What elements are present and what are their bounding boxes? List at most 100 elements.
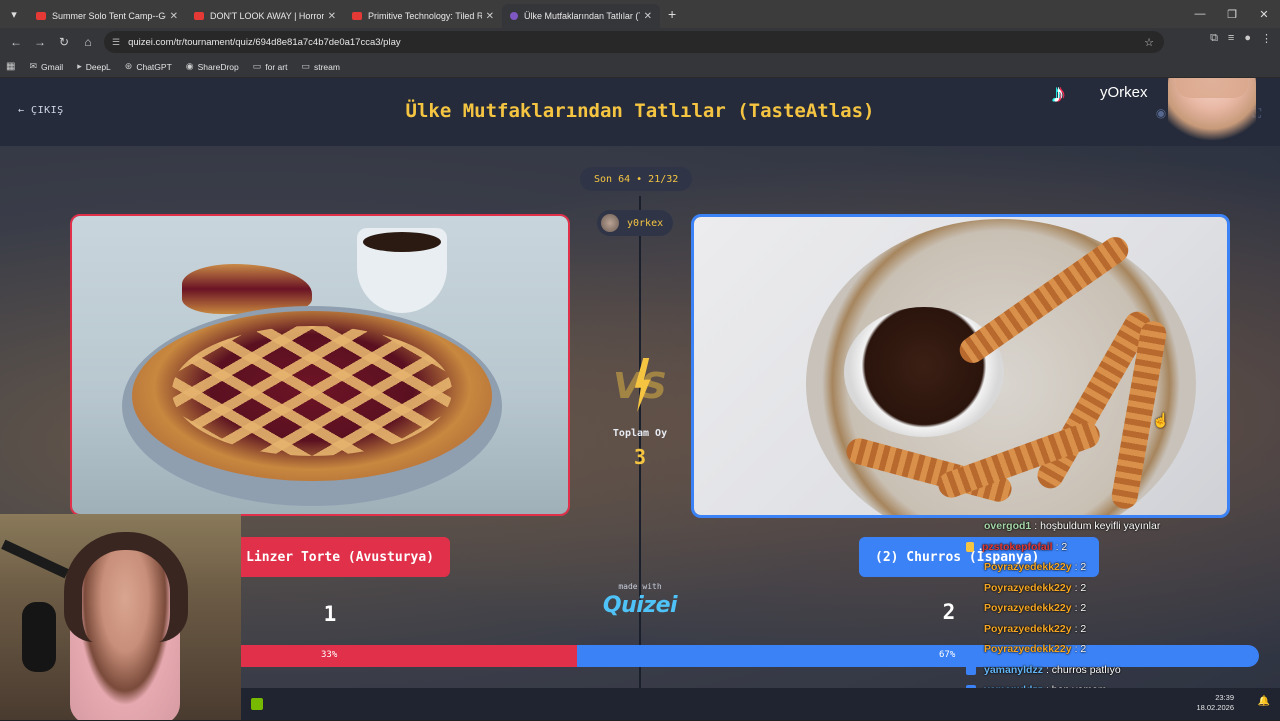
close-tab-icon[interactable]: ✕ (644, 11, 652, 22)
browser-tab[interactable]: Primitive Technology: Tiled Roo✕ (344, 4, 502, 28)
microphone-shape (22, 602, 56, 672)
streamer-name: yOrkex (1100, 84, 1148, 101)
chat-message: Poyrazyedekk22y: 2 (966, 557, 1266, 578)
chat-message: overgod1: hoşbuldum keyifli yayınlar (966, 516, 1266, 537)
tab-search-icon[interactable]: ▾ (0, 0, 28, 28)
profile-icon[interactable]: ● (1244, 32, 1251, 45)
chat-text: : 2 (1075, 602, 1087, 614)
youtube-icon (352, 12, 362, 20)
taskbar: 23:39 18.02.2026 🔔 (241, 688, 1280, 720)
minimize-icon[interactable]: — (1184, 0, 1216, 28)
linzer-torte-image (72, 216, 568, 514)
churros-image (694, 217, 1227, 515)
close-tab-icon[interactable]: ✕ (170, 11, 178, 22)
system-tray: 🔔 (1258, 696, 1270, 707)
chat-badge-icon (966, 542, 974, 552)
address-bar-row: ← → ↻ ⌂ ☰ quizei.com/tr/tournament/quiz/… (0, 28, 1280, 56)
url-field[interactable]: ☰ quizei.com/tr/tournament/quiz/694d8e81… (104, 31, 1164, 53)
chocolate-bowl-shape (844, 307, 1004, 437)
chat-text: : hoşbuldum keyifli yayınlar (1034, 520, 1160, 532)
chat-username: overgod1 (984, 520, 1031, 532)
browser-tab[interactable]: DON'T LOOK AWAY | Horror Sh✕ (186, 4, 344, 28)
chat-text: : 2 (1075, 623, 1087, 635)
chat-message: Poyrazyedekk22y: 2 (966, 598, 1266, 619)
quizei-favicon-icon (510, 12, 518, 20)
bookmark-folder-for-art[interactable]: ▭for art (253, 61, 288, 72)
reading-list-icon[interactable]: ≡ (1228, 32, 1234, 45)
choice-name-left[interactable]: Linzer Torte (Avusturya) (230, 537, 450, 577)
toolbar-right: ⧉ ≡ ● ⋮ (1210, 32, 1272, 45)
vote-progress-left (241, 645, 577, 667)
chat-message: Poyrazyedekk22y: 2 (966, 639, 1266, 660)
menu-icon[interactable]: ⋮ (1261, 32, 1272, 45)
chat-username: yamanyldzz (984, 664, 1043, 676)
sharedrop-icon: ◉ (186, 61, 194, 72)
bookmark-gmail[interactable]: ✉Gmail (29, 61, 63, 72)
chat-message: Poyrazyedekk22y: 2 (966, 619, 1266, 640)
close-tab-icon[interactable]: ✕ (328, 11, 336, 22)
hair-shape (64, 532, 188, 642)
user-name: y0rkex (627, 218, 663, 229)
site-info-icon[interactable]: ☰ (112, 37, 120, 48)
taskbar-clock[interactable]: 23:39 18.02.2026 (1196, 693, 1234, 713)
chat-username: Poyrazyedekk22y (984, 561, 1072, 573)
apps-icon[interactable]: ▦ (6, 61, 15, 72)
bookmark-star-icon[interactable]: ☆ (1144, 36, 1154, 49)
chat-text: : 2 (1056, 541, 1068, 553)
vote-count-right: 2 (929, 600, 969, 624)
round-badge: Son 64 • 21/32 (580, 167, 692, 191)
chat-username: Poyrazyedekk22y (984, 582, 1072, 594)
reload-icon[interactable]: ↻ (52, 30, 76, 54)
lattice-shape (172, 326, 452, 456)
nvidia-icon[interactable] (251, 698, 263, 710)
coffee-cup-shape (357, 228, 447, 313)
new-tab-icon[interactable]: + (668, 6, 676, 22)
bookmark-chatgpt[interactable]: ⊛ChatGPT (125, 61, 172, 72)
folder-icon: ▭ (253, 61, 262, 72)
streamer-avatar-art (1168, 78, 1256, 148)
chat-badge-icon (966, 665, 976, 675)
webcam-feed (0, 514, 241, 720)
browser-tab[interactable]: Summer Solo Tent Camp--Goin✕ (28, 4, 186, 28)
percent-left: 33% (321, 650, 337, 660)
youtube-icon (194, 12, 204, 20)
tab-strip: ▾ Summer Solo Tent Camp--Goin✕ DON'T LOO… (0, 0, 1280, 28)
close-window-icon[interactable]: ✕ (1248, 0, 1280, 28)
chat-text: : 2 (1075, 561, 1087, 573)
user-pill: y0rkex (597, 210, 673, 236)
restore-icon[interactable]: ❐ (1216, 0, 1248, 28)
window-controls: — ❐ ✕ (1184, 0, 1280, 28)
quizei-logo[interactable]: Quizei (590, 593, 690, 618)
back-icon[interactable]: ← (4, 30, 28, 54)
quiz-header: ← ÇIKIŞ Ülke Mutfaklarından Tatlılar (Ta… (0, 78, 1280, 146)
total-votes-value: 3 (590, 445, 690, 469)
choice-card-left[interactable] (70, 214, 570, 516)
extensions-icon[interactable]: ⧉ (1210, 32, 1218, 45)
chat-text: : churros patlıyo (1046, 664, 1121, 676)
chat-message: pzstokepfofail: 2 (966, 537, 1266, 558)
bookmark-deepl[interactable]: ▸DeepL (77, 61, 111, 72)
home-icon[interactable]: ⌂ (76, 30, 100, 54)
choice-card-right[interactable] (691, 214, 1230, 518)
chat-username: Poyrazyedekk22y (984, 643, 1072, 655)
forward-icon[interactable]: → (28, 30, 52, 54)
chat-username: Poyrazyedekk22y (984, 602, 1072, 614)
chat-message: Poyrazyedekk22y: 2 (966, 578, 1266, 599)
bookmark-folder-stream[interactable]: ▭stream (301, 61, 340, 72)
browser-tab-active[interactable]: Ülke Mutfaklarından Tatlılar (Ta✕ (502, 4, 660, 28)
mic-arm-shape (1, 540, 69, 579)
tiktok-logo-icon: ♪ (1052, 78, 1088, 114)
avatar (601, 214, 619, 232)
notification-icon[interactable]: 🔔 (1258, 696, 1270, 707)
chatgpt-icon: ⊛ (125, 61, 133, 72)
folder-icon: ▭ (301, 61, 310, 72)
chat-text: : 2 (1075, 643, 1087, 655)
vs-emblem: VS (608, 358, 672, 414)
page-title: Ülke Mutfaklarından Tatlılar (TasteAtlas… (0, 100, 1280, 122)
bookmarks-bar: ▦ ✉Gmail ▸DeepL ⊛ChatGPT ◉ShareDrop ▭for… (0, 56, 1280, 78)
bookmark-sharedrop[interactable]: ◉ShareDrop (186, 61, 239, 72)
close-tab-icon[interactable]: ✕ (486, 11, 494, 22)
url-text: quizei.com/tr/tournament/quiz/694d8e81a7… (128, 37, 401, 48)
gmail-icon: ✉ (29, 61, 37, 72)
total-votes-label: Toplam Oy (590, 428, 690, 439)
